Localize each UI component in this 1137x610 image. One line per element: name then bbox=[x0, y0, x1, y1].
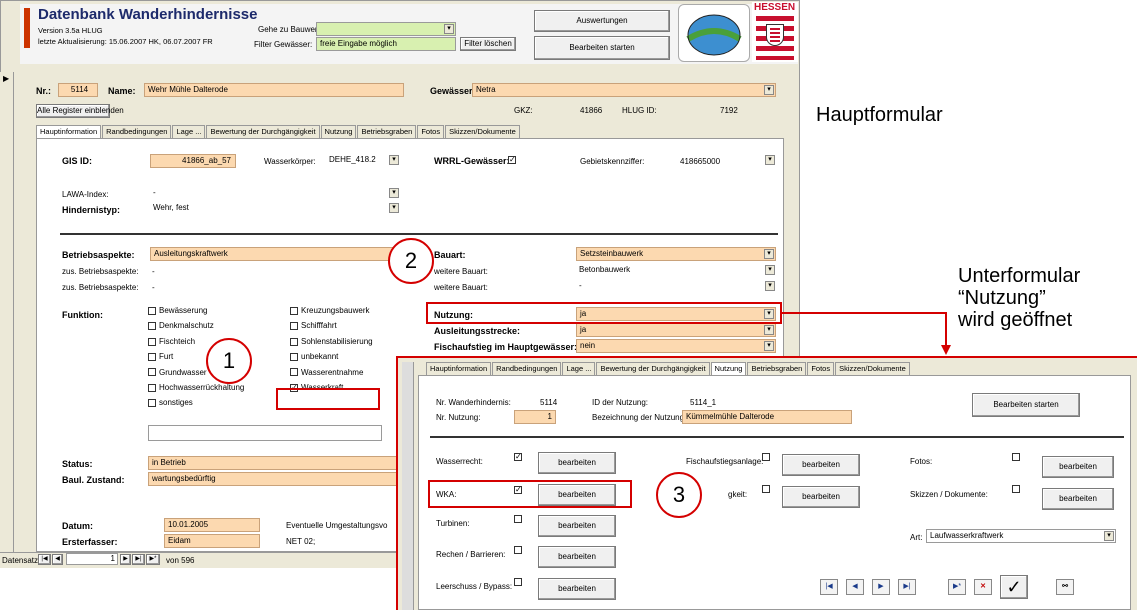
connector-arrow bbox=[782, 312, 951, 355]
arrow-head bbox=[941, 345, 951, 355]
annotation-circle-2: 2 bbox=[388, 238, 434, 284]
arrow-line bbox=[782, 312, 947, 346]
annotation-circle-3: 3 bbox=[656, 472, 702, 518]
annotation-circle-1: 1 bbox=[206, 338, 252, 384]
